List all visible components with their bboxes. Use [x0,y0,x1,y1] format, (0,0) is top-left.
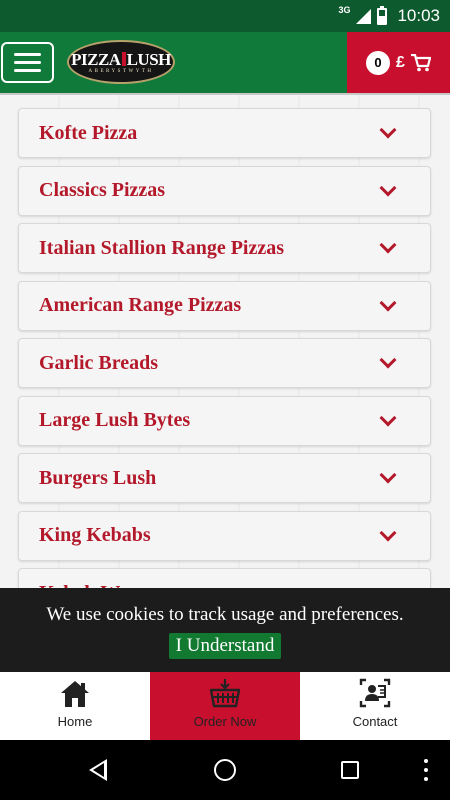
cookie-accept-button[interactable]: I Understand [168,633,282,659]
category-item-italian-stallion[interactable]: Italian Stallion Range Pizzas [18,223,431,273]
category-list: Kofte Pizza Classics Pizzas Italian Stal… [18,108,431,626]
nav-order-now[interactable]: Order Now [150,672,300,740]
home-circle-icon[interactable] [214,759,236,781]
cookie-message: We use cookies to track usage and prefer… [46,604,404,625]
menu-button[interactable] [1,42,54,83]
status-icons: 3G 10:03 [338,0,440,32]
category-item-king-kebabs[interactable]: King Kebabs [18,510,431,561]
hamburger-icon-line [14,61,41,64]
system-nav-bar [0,740,450,800]
cart-count-badge: 0 [366,50,391,75]
cart-button[interactable]: 0 £ [347,32,450,93]
chevron-down-icon [379,524,397,541]
category-item-kofte-pizza[interactable]: Kofte Pizza [18,108,431,158]
category-label: Burgers Lush [39,466,157,489]
category-list-area[interactable]: Kofte Pizza Classics Pizzas Italian Stal… [0,95,450,671]
signal-icon [356,8,372,24]
brand-logo[interactable]: PIZZA LUSH ABERYSTWYTH [67,40,175,84]
network-type: 3G [338,5,351,15]
category-label: Garlic Breads [39,351,159,374]
hamburger-icon-line [14,69,41,72]
nav-contact-label: Contact [352,714,398,729]
cookie-banner: We use cookies to track usage and prefer… [0,588,450,672]
basket-icon [209,678,241,711]
more-options-icon[interactable] [424,759,428,781]
category-label: Classics Pizzas [39,179,166,201]
nav-contact[interactable]: Contact [300,672,450,740]
chevron-down-icon [379,121,397,139]
chevron-down-icon [379,351,397,369]
category-item-burgers-lush[interactable]: Burgers Lush [18,453,431,503]
hamburger-icon [14,53,41,56]
category-label: American Range Pizzas [39,294,242,316]
recent-apps-icon[interactable] [341,761,359,779]
category-item-large-lush-bytes[interactable]: Large Lush Bytes [18,395,431,446]
category-item-garlic-breads[interactable]: Garlic Breads [18,338,431,388]
status-time: 10:03 [397,6,440,25]
chevron-down-icon [379,179,397,196]
app-header: PIZZA LUSH ABERYSTWYTH 0 £ [0,32,450,95]
status-bar: 3G 10:03 [0,0,450,32]
cart-currency: £ [396,53,405,71]
battery-icon [377,5,388,25]
chevron-down-icon [379,236,397,254]
nav-home-label: Home [57,714,93,729]
category-label: Italian Stallion Range Pizzas [39,236,285,259]
chevron-down-icon [379,466,397,484]
home-icon [60,680,90,711]
shopping-cart-icon [410,53,431,72]
nav-order-now-label: Order Now [193,714,257,729]
category-item-classics-pizzas[interactable]: Classics Pizzas [18,165,431,216]
category-label: Kofte Pizza [39,121,138,144]
chevron-down-icon [379,294,397,311]
nav-home[interactable]: Home [0,672,150,740]
category-label: King Kebabs [39,524,151,546]
category-item-american-range[interactable]: American Range Pizzas [18,280,431,331]
chevron-down-icon [379,409,397,426]
contact-card-icon [359,678,391,711]
bottom-nav: Home Order Now Contact [0,672,450,740]
back-icon[interactable] [89,759,107,781]
category-label: Large Lush Bytes [39,409,191,431]
